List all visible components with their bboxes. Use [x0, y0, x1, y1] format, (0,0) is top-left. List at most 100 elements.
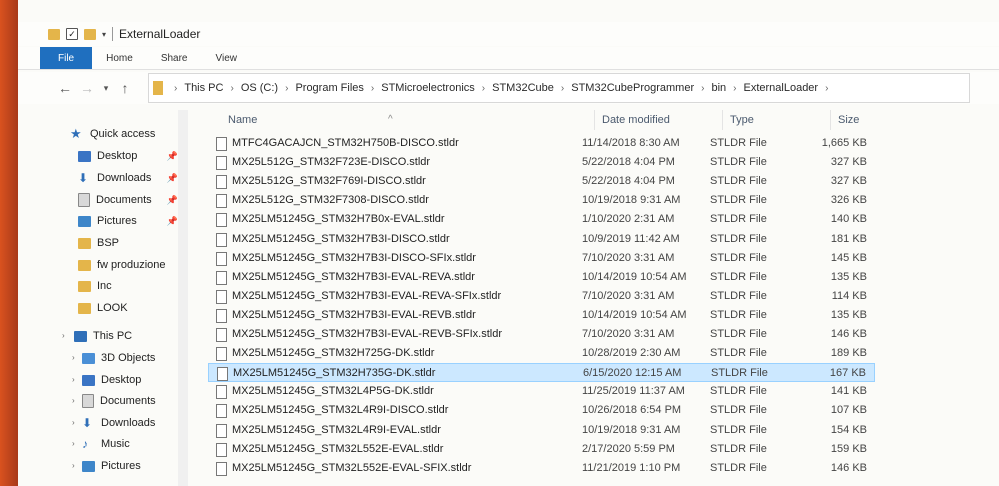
folder-icon: [78, 237, 91, 249]
breadcrumb-stm32cube[interactable]: STM32Cube: [492, 82, 554, 94]
tab-view[interactable]: View: [202, 47, 252, 69]
file-row[interactable]: MX25LM51245G_STM32H7B3I-EVAL-REVA.stldr 1…: [208, 268, 875, 287]
ribbon-tabs: File Home Share View: [18, 47, 999, 70]
file-date-modified: 7/10/2020 3:31 AM: [582, 251, 675, 264]
nav-item-downloads-pc[interactable]: ⬇ Downloads: [82, 413, 178, 433]
file-row[interactable]: MX25LM51245G_STM32H735G-DK.stldr 6/15/202…: [208, 363, 875, 383]
file-icon: [216, 289, 227, 304]
file-icon: [216, 232, 227, 247]
file-row[interactable]: MX25L512G_STM32F769I-DISCO.stldr 5/22/201…: [208, 172, 875, 191]
file-type: STLDR File: [710, 137, 767, 149]
nav-item-inc[interactable]: Inc: [78, 276, 178, 296]
nav-item-documents-pc[interactable]: Documents: [82, 391, 178, 411]
breadcrumb-program-files[interactable]: Program Files: [295, 82, 363, 94]
up-arrow-icon[interactable]: ↑: [114, 80, 136, 96]
file-row[interactable]: MX25LM51245G_STM32H7B3I-EVAL-REVB-SFIx.s…: [208, 325, 875, 344]
tab-file[interactable]: File: [40, 47, 93, 69]
expand-chevron-icon[interactable]: ›: [72, 375, 75, 384]
file-type: STLDR File: [711, 367, 768, 380]
expand-chevron-icon[interactable]: ›: [72, 439, 75, 448]
column-header-type[interactable]: Type: [730, 114, 754, 126]
chevron-right-icon[interactable]: ›: [371, 83, 374, 94]
tab-share[interactable]: Share: [147, 47, 202, 69]
nav-item-desktop-pc[interactable]: Desktop: [82, 370, 178, 390]
expand-chevron-icon[interactable]: ›: [62, 331, 65, 340]
file-type: STLDR File: [710, 442, 767, 455]
column-header-size[interactable]: Size: [838, 114, 859, 126]
file-row[interactable]: MX25LM51245G_STM32L4P5G-DK.stldr 11/25/20…: [208, 382, 875, 401]
breadcrumb-this-pc[interactable]: This PC: [184, 82, 223, 94]
file-row[interactable]: MX25LM51245G_STM32L552E-EVAL-SFIX.stldr 1…: [208, 459, 875, 478]
chevron-right-icon[interactable]: ›: [174, 83, 177, 94]
column-divider[interactable]: [594, 110, 595, 130]
file-type: STLDR File: [710, 308, 767, 321]
column-header-name[interactable]: Name: [228, 114, 257, 126]
breadcrumb-bin[interactable]: bin: [711, 82, 726, 94]
file-type: STLDR File: [710, 328, 767, 340]
nav-item-look[interactable]: LOOK: [78, 298, 178, 318]
chevron-right-icon[interactable]: ›: [701, 83, 704, 94]
file-row[interactable]: MX25LM51245G_STM32H7B0x-EVAL.stldr 1/10/2…: [208, 210, 875, 229]
expand-chevron-icon[interactable]: ›: [72, 461, 75, 470]
file-size: 167 KB: [829, 367, 866, 380]
forward-arrow-icon[interactable]: →: [76, 80, 98, 96]
breadcrumb-stmicroelectronics[interactable]: STMicroelectronics: [381, 82, 475, 94]
nav-item-music[interactable]: ♪ Music: [82, 434, 178, 454]
back-arrow-icon[interactable]: ←: [54, 80, 76, 96]
file-icon: [216, 270, 227, 285]
file-row[interactable]: MX25LM51245G_STM32H7B3I-EVAL-REVB.stldr 1…: [208, 306, 875, 325]
chevron-right-icon[interactable]: ›: [561, 83, 564, 94]
chevron-right-icon[interactable]: ›: [285, 83, 288, 94]
nav-label: Desktop: [101, 374, 142, 386]
file-row[interactable]: MX25L512G_STM32F723E-DISCO.stldr 5/22/201…: [208, 153, 875, 172]
breadcrumb-externalloader[interactable]: ExternalLoader: [743, 82, 818, 94]
customize-toolbar-icon[interactable]: ▾: [102, 30, 106, 39]
breadcrumb-stm32cubeprogrammer[interactable]: STM32CubeProgrammer: [571, 82, 694, 94]
chevron-right-icon[interactable]: ›: [230, 83, 233, 94]
chevron-right-icon[interactable]: ›: [482, 83, 485, 94]
file-row[interactable]: MX25LM51245G_STM32L4R9I-DISCO.stldr 10/26…: [208, 401, 875, 420]
new-folder-icon[interactable]: [84, 28, 96, 40]
recent-locations-icon[interactable]: ▾: [98, 83, 114, 94]
file-row[interactable]: MX25LM51245G_STM32L552E-EVAL.stldr 2/17/2…: [208, 440, 875, 459]
file-icon: [216, 175, 227, 190]
properties-icon[interactable]: ✓: [66, 28, 78, 40]
expand-chevron-icon[interactable]: ›: [72, 353, 75, 362]
file-row[interactable]: MX25LM51245G_STM32H7B3I-DISCO-SFIx.stldr…: [208, 249, 875, 268]
nav-item-pictures[interactable]: Pictures 📌: [78, 211, 178, 231]
column-divider[interactable]: [830, 110, 831, 130]
file-icon: [216, 213, 227, 228]
file-size: 181 KB: [830, 232, 867, 245]
nav-item-fw-produzione[interactable]: fw produzione: [78, 255, 178, 275]
file-row[interactable]: MX25LM51245G_STM32H725G-DK.stldr 10/28/20…: [208, 344, 875, 363]
file-row[interactable]: MX25LM51245G_STM32H7B3I-EVAL-REVA-SFIx.s…: [208, 287, 875, 306]
nav-this-pc[interactable]: This PC: [74, 326, 178, 346]
nav-item-bsp[interactable]: BSP: [78, 233, 178, 253]
nav-label: 3D Objects: [101, 352, 156, 364]
navigation-scrollbar[interactable]: [178, 110, 188, 486]
chevron-right-icon[interactable]: ›: [733, 83, 736, 94]
nav-item-desktop[interactable]: Desktop 📌: [78, 146, 178, 166]
column-divider[interactable]: [722, 110, 723, 130]
breadcrumb-os-c[interactable]: OS (C:): [241, 82, 278, 94]
file-icon: [216, 442, 227, 457]
file-icon: [216, 423, 227, 438]
tab-home[interactable]: Home: [92, 47, 147, 69]
expand-chevron-icon[interactable]: ›: [72, 418, 75, 427]
file-row[interactable]: MX25L512G_STM32F7308-DISCO.stldr 10/19/20…: [208, 191, 875, 210]
column-header-date-modified[interactable]: Date modified: [602, 114, 670, 126]
file-row[interactable]: MX25LM51245G_STM32L4R9I-EVAL.stldr 10/19/…: [208, 421, 875, 440]
expand-chevron-icon[interactable]: ›: [72, 396, 75, 405]
file-size: 1,665 KB: [821, 137, 867, 149]
file-row[interactable]: MX25LM51245G_STM32H7B3I-DISCO.stldr 10/9/…: [208, 230, 875, 249]
nav-item-pictures-pc[interactable]: Pictures: [82, 456, 178, 476]
file-name: MX25LM51245G_STM32L552E-EVAL-SFIX.stldr: [232, 461, 472, 474]
nav-item-documents[interactable]: Documents 📌: [78, 190, 178, 210]
address-bar[interactable]: › This PC › OS (C:) › Program Files › ST…: [148, 73, 970, 103]
nav-item-downloads[interactable]: ⬇ Downloads 📌: [78, 168, 178, 188]
file-row[interactable]: MTFC4GACAJCN_STM32H750B-DISCO.stldr 11/14…: [208, 134, 875, 153]
chevron-right-icon[interactable]: ›: [825, 83, 828, 94]
nav-quick-access[interactable]: ★ Quick access: [70, 124, 178, 144]
nav-item-3d-objects[interactable]: 3D Objects: [82, 348, 178, 368]
pin-icon: 📌: [166, 194, 178, 205]
